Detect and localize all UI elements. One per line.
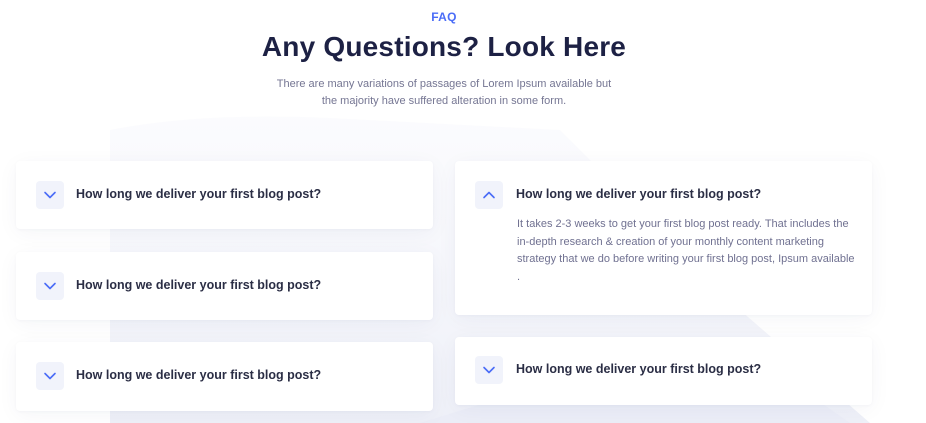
faq-question[interactable]: How long we deliver your first blog post…	[516, 362, 761, 376]
chevron-down-icon[interactable]	[475, 356, 503, 384]
chevron-down-icon[interactable]	[36, 362, 64, 390]
subtitle-line-2: the majority have suffered alteration in…	[321, 94, 567, 107]
faq-item[interactable]: How long we deliver your first blog post…	[16, 342, 433, 411]
faq-item[interactable]: How long we deliver your first blog post…	[16, 252, 433, 320]
faq-question[interactable]: How long we deliver your first blog post…	[76, 278, 321, 292]
section-eyebrow: FAQ	[431, 10, 457, 24]
faq-question[interactable]: How long we deliver your first blog post…	[76, 187, 321, 201]
faq-question[interactable]: How long we deliver your first blog post…	[76, 368, 321, 382]
chevron-up-icon[interactable]	[475, 181, 503, 209]
subtitle-line-1: There are many variations of passages of…	[276, 78, 612, 90]
chevron-down-icon[interactable]	[36, 272, 64, 300]
section-subtitle: There are many variations of passages of…	[264, 76, 624, 109]
faq-question[interactable]: How long we deliver your first blog post…	[516, 187, 761, 201]
faq-item[interactable]: How long we deliver your first blog post…	[455, 337, 872, 405]
faq-item[interactable]: How long we deliver your first blog post…	[16, 161, 433, 229]
faq-answer: It takes 2-3 weeks to get your first blo…	[517, 218, 855, 283]
faq-item-expanded[interactable]: How long we deliver your first blog post…	[455, 161, 872, 315]
chevron-down-icon[interactable]	[36, 181, 64, 209]
section-title: Any Questions? Look Here	[261, 31, 627, 62]
